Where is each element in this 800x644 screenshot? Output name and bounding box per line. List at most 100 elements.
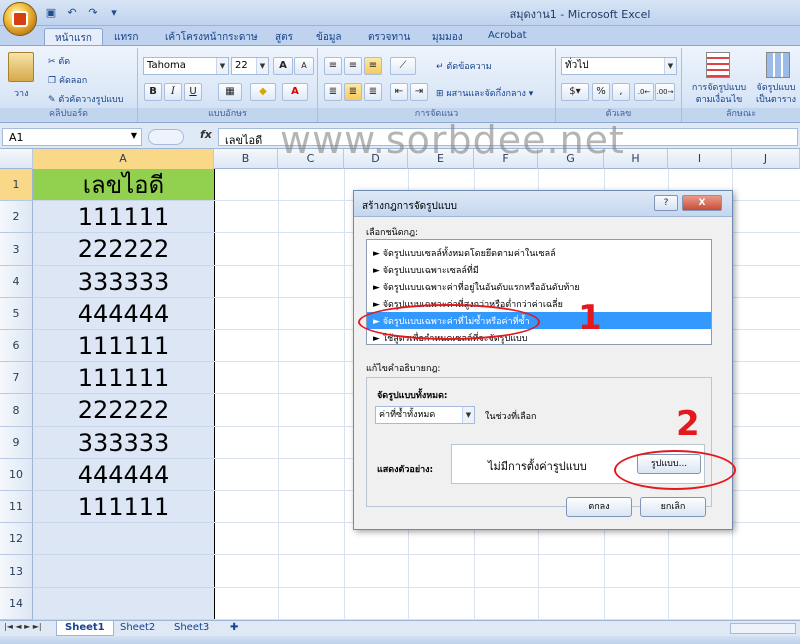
chevron-down-icon[interactable]: ▼: [216, 58, 228, 74]
cut-button[interactable]: ✂ ตัด: [48, 54, 70, 68]
insert-sheet-icon[interactable]: ✚: [222, 621, 246, 636]
duplicate-select[interactable]: ค่าที่ซ้ำทั้งหมด ▼: [375, 406, 475, 424]
row-header[interactable]: 3: [0, 233, 33, 266]
row-header[interactable]: 13: [0, 555, 33, 588]
cell-a[interactable]: 222222: [33, 233, 214, 266]
font-name-combo[interactable]: Tahoma ▼: [143, 57, 229, 75]
cell-a[interactable]: [33, 555, 214, 588]
align-top-icon[interactable]: ≡: [324, 57, 342, 75]
rule-type-item[interactable]: ► จัดรูปแบบเซลล์ทั้งหมดโดยยึดตามค่าในเซล…: [367, 244, 711, 261]
number-format-combo[interactable]: ทั่วไป ▼: [561, 57, 677, 75]
close-button[interactable]: X: [682, 195, 722, 211]
row-header[interactable]: 8: [0, 394, 33, 427]
cell-a[interactable]: 111111: [33, 330, 214, 362]
sheet-tab-2[interactable]: Sheet2: [112, 621, 163, 636]
ok-button[interactable]: ตกลง: [566, 497, 632, 517]
paste-icon[interactable]: [8, 52, 34, 82]
help-button[interactable]: ?: [654, 195, 678, 211]
chevron-down-icon[interactable]: ▼: [664, 58, 676, 74]
horizontal-scrollbar[interactable]: [730, 623, 796, 634]
align-bottom-icon[interactable]: ≡: [364, 57, 382, 75]
cell-a[interactable]: 444444: [33, 298, 214, 330]
column-header-j[interactable]: J: [732, 149, 800, 169]
tab-acrobat[interactable]: Acrobat: [478, 28, 537, 46]
underline-button[interactable]: U: [184, 83, 202, 101]
column-header-a[interactable]: A: [33, 149, 214, 169]
italic-button[interactable]: I: [164, 83, 182, 101]
column-header-i[interactable]: I: [668, 149, 732, 169]
name-box[interactable]: A1 ▼: [2, 128, 142, 146]
paste-button[interactable]: วาง: [14, 86, 29, 100]
select-all-corner[interactable]: [0, 149, 33, 169]
align-middle-icon[interactable]: ≡: [344, 57, 362, 75]
cell-a[interactable]: 111111: [33, 201, 214, 233]
tab-review[interactable]: ตรวจทาน: [358, 28, 420, 46]
bold-button[interactable]: B: [144, 83, 162, 101]
row-header[interactable]: 11: [0, 491, 33, 523]
sheet-tab-1[interactable]: Sheet1: [56, 621, 114, 636]
increase-decimal-icon[interactable]: .0←: [634, 83, 654, 101]
decrease-indent-icon[interactable]: ⇤: [390, 83, 408, 101]
row-header[interactable]: 10: [0, 459, 33, 491]
row-header[interactable]: 14: [0, 588, 33, 620]
tab-formulas[interactable]: สูตร: [265, 28, 303, 46]
increase-indent-icon[interactable]: ⇥: [410, 83, 428, 101]
align-right-icon[interactable]: ≣: [364, 83, 382, 101]
cell-a[interactable]: [33, 523, 214, 555]
cell-a1-header[interactable]: เลขไอดี: [33, 169, 214, 201]
orientation-icon[interactable]: ⟋: [390, 57, 416, 75]
tab-home[interactable]: หน้าแรก: [44, 28, 103, 46]
insert-function-icon[interactable]: fx: [200, 128, 212, 141]
row-header[interactable]: 4: [0, 266, 33, 298]
borders-icon[interactable]: ▦: [218, 83, 242, 101]
cell-a[interactable]: 333333: [33, 266, 214, 298]
cell-a[interactable]: 444444: [33, 459, 214, 491]
font-size-combo[interactable]: 22 ▼: [231, 57, 269, 75]
chevron-down-icon[interactable]: ▼: [462, 407, 474, 423]
row-header[interactable]: 1: [0, 169, 33, 201]
decrease-decimal-icon[interactable]: .00→: [655, 83, 675, 101]
cell-a[interactable]: 222222: [33, 394, 214, 427]
office-button[interactable]: [3, 2, 37, 36]
row-header[interactable]: 9: [0, 427, 33, 459]
tab-insert[interactable]: แทรก: [104, 28, 148, 46]
column-header-b[interactable]: B: [214, 149, 278, 169]
percent-button[interactable]: %: [592, 83, 610, 101]
wrap-text-button[interactable]: ↵ ตัดข้อความ: [436, 59, 492, 73]
format-painter-button[interactable]: ✎ ตัวคัดวางรูปแบบ: [48, 92, 123, 106]
cell-a[interactable]: [33, 588, 214, 620]
copy-button[interactable]: ❐ คัดลอก: [48, 73, 87, 87]
format-as-table-icon[interactable]: [766, 52, 790, 78]
rule-type-item[interactable]: ► จัดรูปแบบเฉพาะเซลล์ที่มี: [367, 261, 711, 278]
cancel-button[interactable]: ยกเลิก: [640, 497, 706, 517]
shrink-font-button[interactable]: A: [294, 57, 314, 75]
sheet-nav-icons[interactable]: |◄ ◄ ► ►|: [4, 622, 42, 631]
chevron-down-icon[interactable]: ▼: [131, 131, 137, 140]
cell-a[interactable]: 111111: [33, 362, 214, 394]
format-as-table-button[interactable]: จัดรูปแบบ เป็นตาราง: [752, 82, 800, 106]
conditional-formatting-button[interactable]: การจัดรูปแบบ ตามเงื่อนไข: [686, 82, 752, 106]
row-header[interactable]: 5: [0, 298, 33, 330]
merge-center-button[interactable]: ⊞ ผสานและจัดกึ่งกลาง ▾: [436, 86, 533, 100]
currency-icon[interactable]: $▾: [561, 83, 589, 101]
cell-a[interactable]: 111111: [33, 491, 214, 523]
font-color-icon[interactable]: A: [282, 83, 308, 101]
sheet-tab-3[interactable]: Sheet3: [166, 621, 217, 636]
chevron-down-icon[interactable]: ▼: [256, 58, 268, 74]
tab-page-layout[interactable]: เค้าโครงหน้ากระดาษ: [155, 28, 268, 46]
cell-a[interactable]: 333333: [33, 427, 214, 459]
row-header[interactable]: 6: [0, 330, 33, 362]
row-header[interactable]: 7: [0, 362, 33, 394]
align-center-icon[interactable]: ≣: [344, 83, 362, 101]
row-header[interactable]: 12: [0, 523, 33, 555]
row-header[interactable]: 2: [0, 201, 33, 233]
tab-data[interactable]: ข้อมูล: [306, 28, 352, 46]
fill-color-icon[interactable]: ◆: [250, 83, 276, 101]
comma-button[interactable]: ,: [612, 83, 630, 101]
formula-bar-resize-handle[interactable]: [148, 129, 184, 145]
rule-type-item[interactable]: ► จัดรูปแบบเฉพาะค่าที่อยู่ในอันดับแรกหรื…: [367, 278, 711, 295]
grow-font-button[interactable]: A: [273, 57, 293, 75]
conditional-formatting-icon[interactable]: [706, 52, 730, 78]
tab-view[interactable]: มุมมอง: [422, 28, 473, 46]
align-left-icon[interactable]: ≣: [324, 83, 342, 101]
